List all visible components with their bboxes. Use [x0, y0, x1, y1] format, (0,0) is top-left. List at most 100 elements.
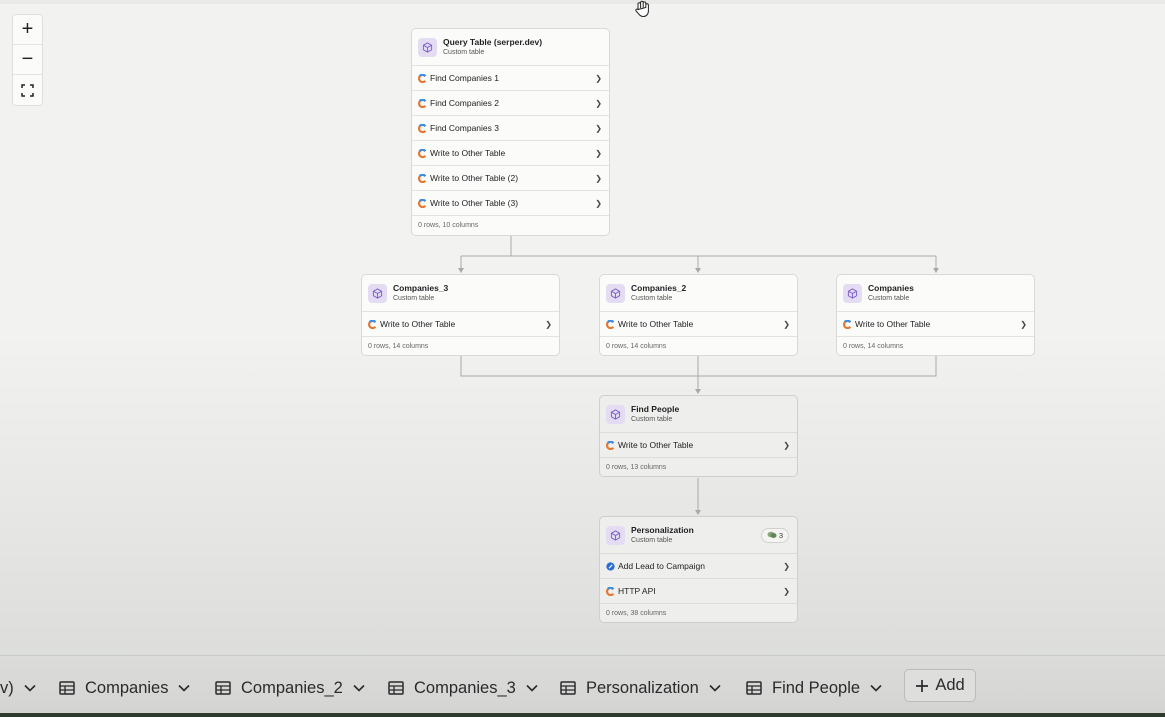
action-label: Write to Other Table	[380, 319, 456, 329]
node-subtitle: Custom table	[868, 295, 910, 302]
chevron-down-icon[interactable]	[526, 684, 538, 692]
row-column-count: 0 rows, 10 columns	[418, 222, 479, 229]
action-label: Find Companies 1	[430, 73, 499, 83]
cube-icon	[606, 283, 625, 303]
tab-label: v)	[0, 678, 14, 697]
action-label: Write to Other Table	[618, 440, 694, 450]
tab-companies-2[interactable]: Companies_2	[215, 676, 365, 700]
action-row[interactable]: Write to Other Table (2) ❯	[412, 165, 609, 190]
node-subtitle: Custom table	[631, 537, 673, 544]
tab-label: Find People	[772, 678, 861, 697]
comments-badge[interactable]: 3	[760, 527, 789, 543]
action-row[interactable]: Add Lead to Campaign ❯	[600, 553, 797, 578]
clay-logo-icon	[418, 173, 427, 183]
badge-count: 3	[778, 530, 783, 540]
cube-icon	[418, 37, 437, 57]
node-footer: 0 rows, 14 columns	[837, 336, 1034, 355]
workflow-canvas[interactable]: + − Query Table (serper.dev) Custom tabl…	[0, 0, 1165, 655]
clay-logo-icon	[418, 198, 427, 208]
action-row[interactable]: Write to Other Table (3) ❯	[412, 190, 609, 215]
chevron-right-icon: ❯	[595, 148, 602, 158]
node-title: Query Table (serper.dev)	[443, 37, 543, 47]
action-label: Write to Other Table	[855, 319, 931, 329]
node-title: Companies	[868, 283, 914, 293]
node-header: Personalization Custom table 3	[600, 517, 797, 553]
tab-label: Companies_2	[241, 678, 343, 697]
table-icon	[560, 681, 576, 695]
clay-logo-icon	[368, 319, 377, 329]
node-title: Find People	[631, 404, 680, 414]
clay-logo-icon	[606, 586, 615, 596]
action-row[interactable]: Write to Other Table ❯	[362, 311, 559, 336]
action-label: Find Companies 2	[430, 98, 499, 108]
table-icon	[388, 681, 404, 695]
node-footer: 0 rows, 14 columns	[362, 336, 559, 355]
cube-icon	[368, 283, 387, 303]
tab-query-table[interactable]: v)	[0, 676, 36, 700]
action-label: Write to Other Table	[618, 319, 694, 329]
add-table-button[interactable]: Add	[904, 669, 976, 702]
chevron-right-icon: ❯	[595, 173, 602, 183]
node-subtitle: Custom table	[631, 416, 673, 423]
node-companies-2[interactable]: Companies_2 Custom table Write to Other …	[599, 274, 798, 356]
tab-personalization[interactable]: Personalization	[560, 676, 721, 700]
action-row[interactable]: HTTP API ❯	[600, 578, 797, 603]
node-subtitle: Custom table	[443, 49, 485, 56]
node-find-people[interactable]: Find People Custom table Write to Other …	[599, 395, 798, 477]
node-personalization[interactable]: Personalization Custom table 3 Add Lead …	[599, 516, 798, 623]
action-label: Add Lead to Campaign	[618, 561, 705, 571]
tab-label: Companies_3	[414, 678, 516, 697]
node-header: Companies_2 Custom table	[600, 275, 797, 311]
action-label: Write to Other Table	[430, 148, 506, 158]
action-row[interactable]: Find Companies 1 ❯	[412, 65, 609, 90]
node-footer: 0 rows, 13 columns	[600, 457, 797, 476]
chevron-right-icon: ❯	[1020, 319, 1027, 329]
cube-icon	[606, 404, 625, 424]
action-row[interactable]: Write to Other Table ❯	[412, 140, 609, 165]
action-row[interactable]: Find Companies 3 ❯	[412, 115, 609, 140]
chevron-right-icon: ❯	[783, 561, 790, 571]
action-row[interactable]: Write to Other Table ❯	[600, 311, 797, 336]
tab-label: Personalization	[586, 678, 699, 697]
row-column-count: 0 rows, 38 columns	[606, 610, 667, 617]
node-title: Personalization	[631, 525, 694, 535]
chevron-down-icon[interactable]	[870, 684, 882, 692]
node-header: Query Table (serper.dev) Custom table	[412, 29, 609, 65]
row-column-count: 0 rows, 14 columns	[606, 343, 667, 350]
node-query-table[interactable]: Query Table (serper.dev) Custom table Fi…	[411, 28, 610, 236]
tab-companies[interactable]: Companies	[59, 676, 191, 700]
table-icon	[746, 681, 762, 695]
cube-icon	[606, 525, 625, 545]
table-icon	[215, 681, 231, 695]
node-header: Find People Custom table	[600, 396, 797, 432]
node-companies-3[interactable]: Companies_3 Custom table Write to Other …	[361, 274, 560, 356]
tab-companies-3[interactable]: Companies_3	[388, 676, 538, 700]
campaign-logo-icon	[606, 561, 615, 571]
clay-logo-icon	[606, 440, 615, 450]
action-row[interactable]: Write to Other Table ❯	[600, 432, 797, 457]
node-header: Companies_3 Custom table	[362, 275, 559, 311]
clay-logo-icon	[418, 148, 427, 158]
row-column-count: 0 rows, 14 columns	[843, 343, 904, 350]
table-tab-bar: v) Companies Companies_2 Companies_3 Per…	[0, 655, 1165, 717]
chevron-down-icon[interactable]	[178, 684, 191, 692]
action-label: Write to Other Table (2)	[430, 173, 519, 183]
chevron-right-icon: ❯	[783, 586, 790, 596]
clay-logo-icon	[418, 73, 427, 83]
chevron-down-icon[interactable]	[709, 684, 721, 692]
node-title: Companies_3	[393, 283, 449, 293]
chevron-right-icon: ❯	[545, 319, 552, 329]
action-row[interactable]: Find Companies 2 ❯	[412, 90, 609, 115]
chevron-right-icon: ❯	[595, 73, 602, 83]
clay-logo-icon	[606, 319, 615, 329]
chevron-down-icon[interactable]	[353, 684, 365, 692]
node-footer: 0 rows, 38 columns	[600, 603, 797, 622]
node-companies[interactable]: Companies Custom table Write to Other Ta…	[836, 274, 1035, 356]
add-label: Add	[935, 676, 965, 694]
row-column-count: 0 rows, 13 columns	[606, 464, 667, 471]
chevron-down-icon[interactable]	[24, 684, 36, 692]
tab-find-people[interactable]: Find People	[746, 676, 882, 700]
chevron-right-icon: ❯	[595, 123, 602, 133]
node-footer: 0 rows, 14 columns	[600, 336, 797, 355]
action-row[interactable]: Write to Other Table ❯	[837, 311, 1034, 336]
